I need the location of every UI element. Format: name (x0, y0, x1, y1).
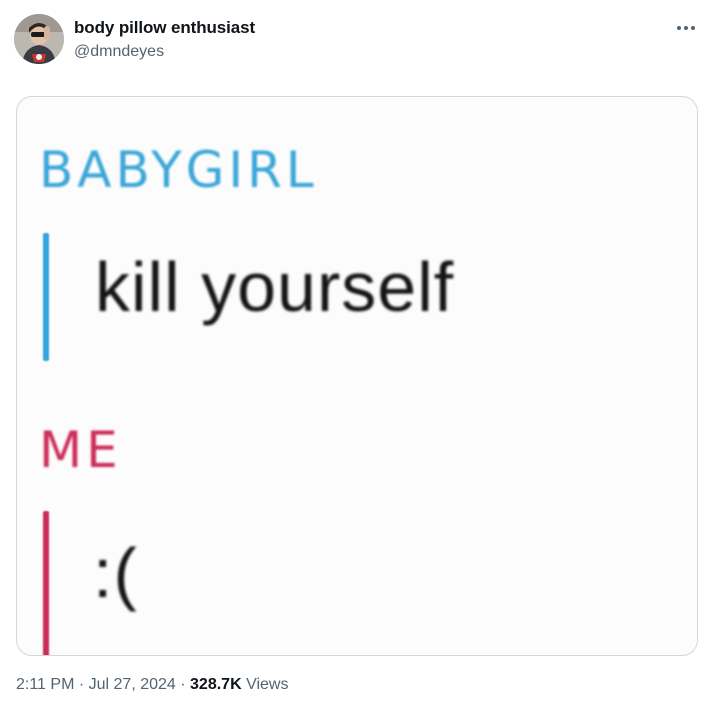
views-count: 328.7K (190, 676, 242, 693)
meme-me-message: :( (93, 534, 138, 612)
tweet-meta: 2:11 PM · Jul 27, 2024 · 328.7K Views (16, 676, 288, 694)
tweet-date: Jul 27, 2024 (88, 676, 176, 693)
profile-avatar-icon (14, 14, 64, 64)
tweet-header: body pillow enthusiast @dmndeyes (14, 14, 702, 70)
sender-quote-bar (43, 233, 49, 361)
tweet-timestamp-link[interactable]: 2:11 PM · Jul 27, 2024 (16, 676, 176, 693)
meme-sender-label: BABYGIRL (39, 141, 318, 199)
meme-sender-message: kill yourself (95, 248, 455, 326)
avatar[interactable] (14, 14, 64, 64)
views-label: Views (246, 676, 289, 693)
more-horizontal-icon (677, 26, 695, 30)
me-quote-bar (43, 511, 49, 655)
tweet-media-image[interactable]: BABYGIRL kill yourself ME :( (16, 96, 698, 656)
tweet-time: 2:11 PM (16, 676, 75, 693)
meme-me-label: ME (39, 421, 122, 479)
meta-separator: · (175, 676, 191, 693)
more-options-button[interactable] (672, 18, 700, 38)
author-display-name[interactable]: body pillow enthusiast (74, 18, 255, 38)
meta-separator: · (74, 676, 89, 693)
author-handle[interactable]: @dmndeyes (74, 43, 164, 61)
